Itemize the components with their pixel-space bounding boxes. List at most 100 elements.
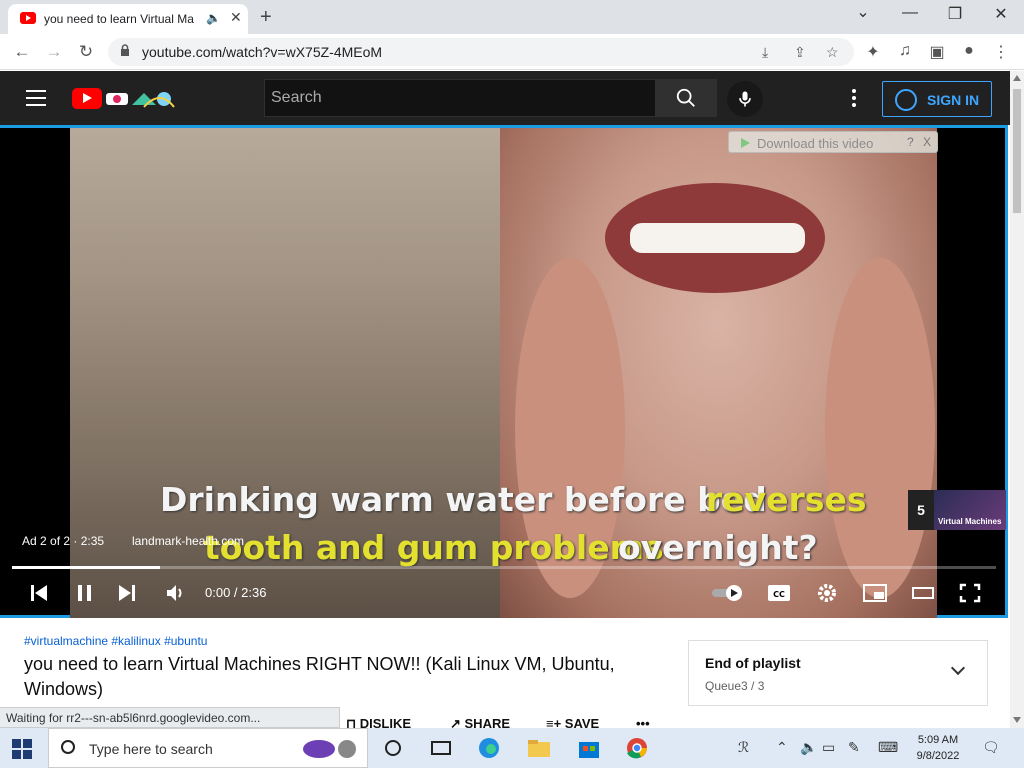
playlist-subtitle: Queue3 / 3 [705,679,765,693]
theater-mode-icon[interactable] [910,582,936,604]
svg-text:CC: CC [773,590,785,599]
new-tab-button[interactable]: + [260,6,272,29]
caption-line1-white: Drinking warm water before bed [160,480,767,519]
progress-bar[interactable] [12,566,996,569]
search-icon [676,88,695,107]
minimize-button[interactable]: — [895,4,925,22]
voice-search-button[interactable] [727,81,763,117]
playlist-panel[interactable]: End of playlist Queue3 / 3 [688,640,988,706]
volume-icon[interactable] [164,582,186,604]
youtube-doodle-logo[interactable] [104,87,176,111]
clock-date: 9/8/2022 [916,750,960,762]
download-close-icon[interactable]: X [923,135,931,149]
url-text[interactable]: youtube.com/watch?v=wX75Z-4MEoM [142,44,382,60]
video-title: you need to learn Virtual Machines RIGHT… [24,654,615,699]
people-icon[interactable]: ℛ [738,739,749,756]
autoplay-toggle-icon[interactable] [710,582,746,604]
windows-taskbar: Type here to search ℛ ⌃ 🔈 ▭ ✎ ⌨ 5:09 AM … [0,728,1024,768]
extensions-icon[interactable]: ✦ [862,42,884,62]
playlist-title: End of playlist [705,655,801,671]
next-icon[interactable] [116,582,138,604]
tray-chevron-up-icon[interactable]: ⌃ [776,739,788,756]
download-video-bar[interactable]: Download this video ? X [728,131,938,153]
ad-info: Ad 2 of 2 · 2:35 [22,534,105,548]
scrollbar-thumb[interactable] [1013,89,1021,213]
network-icon[interactable]: ▭ [822,739,835,756]
install-icon[interactable]: ⤓ [762,44,768,61]
clock-time: 5:09 AM [917,734,959,746]
miniplayer-icon[interactable] [862,582,888,604]
tab-title: you need to learn Virtual Ma [44,12,194,26]
taskbar-search[interactable]: Type here to search [48,728,368,768]
browser-tab[interactable]: you need to learn Virtual Ma 🔈 ✕ [8,4,248,34]
youtube-favicon-icon [20,12,36,24]
time-display: 0:00 / 2:36 [205,585,267,600]
sign-in-button[interactable]: SIGN IN [882,81,992,117]
endcard-label: Virtual Machines [938,517,1002,526]
keyboard-icon[interactable]: ⌨ [878,739,898,756]
captions-icon[interactable]: CC [767,582,791,604]
cortana-icon[interactable] [380,736,406,760]
profile-avatar-icon[interactable]: ● [958,42,980,60]
pen-icon[interactable]: ✎ [848,739,860,756]
previous-icon[interactable] [28,582,50,604]
fullscreen-icon[interactable] [958,582,982,604]
taskbar-clock[interactable]: 5:09 AM 9/8/2022 [910,732,966,764]
video-hashtags[interactable]: #virtualmachine #kalilinux #ubuntu [24,634,207,648]
browser-status-bar: Waiting for rr2---sn-ab5l6nrd.googlevide… [0,707,340,728]
download-bar-label[interactable]: Download this video [757,136,873,151]
sign-in-label: SIGN IN [927,92,980,108]
task-view-icon[interactable] [428,736,454,760]
search-box[interactable] [264,79,656,117]
scroll-down-icon[interactable] [1013,717,1021,723]
restore-button[interactable]: ❐ [940,4,970,24]
endcard-thumbnail[interactable]: Virtual Machines [934,490,1006,530]
settings-gear-icon[interactable] [816,582,838,604]
chevron-down-icon[interactable] [950,660,966,676]
notifications-icon[interactable]: 🗨 [982,739,1000,756]
edge-icon[interactable] [476,736,502,760]
tab-audio-icon[interactable]: 🔈 [206,11,221,25]
youtube-logo[interactable] [72,88,102,109]
endcard-number: 5 [908,490,934,530]
chrome-menu-icon[interactable]: ⋮ [990,42,1012,62]
start-windows-icon[interactable] [12,739,32,759]
download-play-icon [741,138,750,148]
ad-link[interactable]: landmark-health.com [132,534,244,548]
video-player[interactable]: Download this video ? X Drinking warm wa… [0,125,1008,618]
forward-button[interactable]: → [42,42,66,62]
share-icon[interactable]: ⇪ [794,44,806,61]
search-input[interactable] [265,80,655,116]
address-bar[interactable]: youtube.com/watch?v=wX75Z-4MEoM ⤓ ⇪ ☆ [108,38,854,66]
tab-close-icon[interactable]: ✕ [230,9,242,26]
close-window-button[interactable]: ✕ [986,4,1016,24]
chrome-icon[interactable] [624,736,650,760]
tab-search-chevron-icon[interactable]: ⌄ [848,2,878,22]
pause-icon[interactable] [74,582,96,604]
lock-icon[interactable] [120,44,130,56]
taskbar-search-text[interactable]: Type here to search [89,741,213,757]
back-button[interactable]: ← [10,42,34,62]
page-scrollbar[interactable] [1010,71,1024,728]
browser-toolbar: ← → ↻ youtube.com/watch?v=wX75Z-4MEoM ⤓ … [0,34,1024,70]
settings-kebab-icon[interactable] [846,89,862,109]
caption-line2-yellow: tooth and gum problems [204,528,664,567]
download-help-icon[interactable]: ? [907,135,914,149]
file-explorer-icon[interactable] [526,736,552,760]
speaker-icon[interactable]: 🔈 [800,739,817,756]
search-highlight-icon [303,740,356,758]
caption-line1-yellow: reverses [706,480,867,519]
microphone-icon [739,91,751,107]
search-button[interactable] [655,79,717,117]
progress-fill [12,566,160,569]
account-icon [895,89,917,111]
endcard-next-video[interactable]: 5 Virtual Machines [908,490,1006,532]
side-panel-icon[interactable]: ▣ [926,42,948,62]
reload-button[interactable]: ↻ [74,42,98,62]
menu-hamburger-icon[interactable] [26,90,46,106]
bookmark-star-icon[interactable]: ☆ [826,44,839,61]
youtube-header: SIGN IN [0,71,1010,125]
microsoft-store-icon[interactable] [576,736,602,760]
media-control-icon[interactable]: ♫ [894,42,916,60]
scroll-up-icon[interactable] [1013,75,1021,81]
